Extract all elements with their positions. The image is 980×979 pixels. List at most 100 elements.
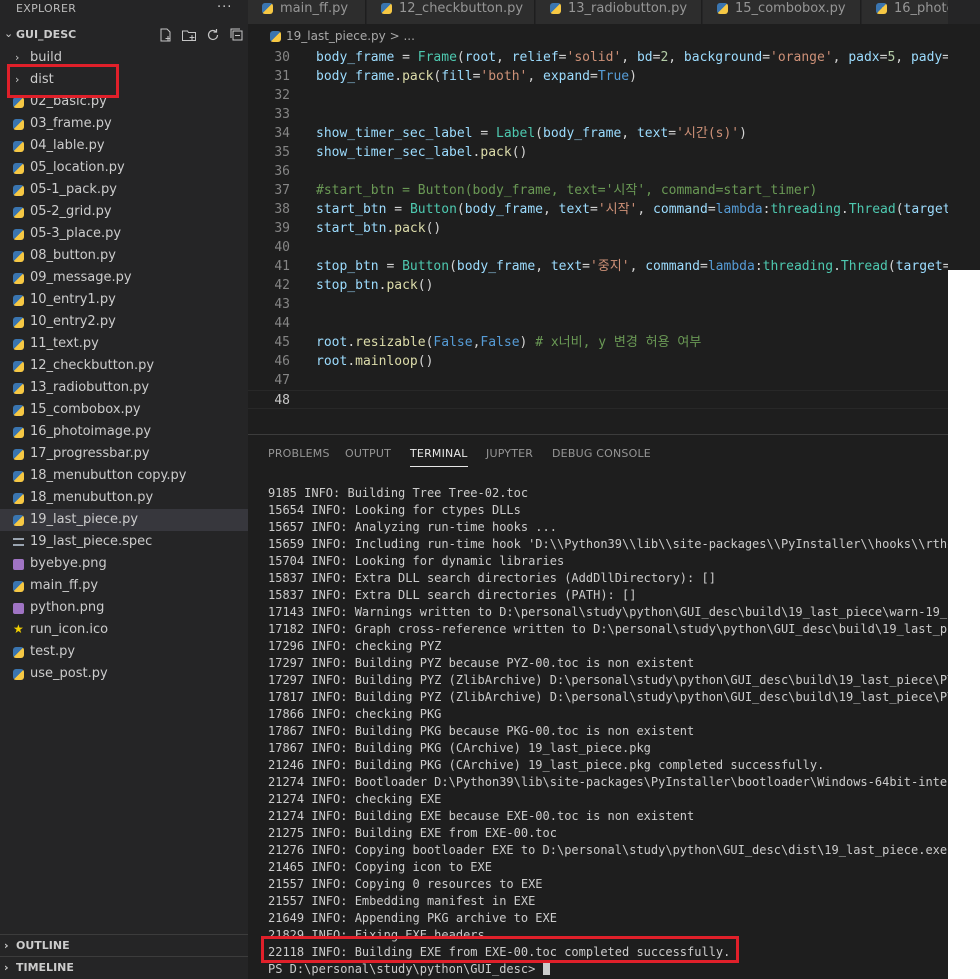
code-text: show_timer_sec_label.pack() <box>316 145 528 160</box>
editor-right-edge <box>948 0 980 270</box>
tree-file[interactable]: 18_menubutton copy.py <box>0 465 248 487</box>
tree-file[interactable]: 19_last_piece.py <box>0 509 248 531</box>
tree-file[interactable]: 17_progressbar.py <box>0 443 248 465</box>
tree-item-label: 03_frame.py <box>30 116 112 131</box>
tree-file[interactable]: 09_message.py <box>0 267 248 289</box>
terminal-line: 15659 INFO: Including run-time hook 'D:\… <box>268 537 948 551</box>
tree-file[interactable]: use_post.py <box>0 663 248 685</box>
tree-file[interactable]: python.png <box>0 597 248 619</box>
tree-file[interactable]: main_ff.py <box>0 575 248 597</box>
explorer-title: EXPLORER <box>16 2 77 15</box>
code-line: 36 <box>248 162 948 181</box>
tree-file[interactable]: 05-3_place.py <box>0 223 248 245</box>
python-file-icon <box>13 427 24 438</box>
panel-tab[interactable]: PROBLEMS <box>268 447 330 461</box>
tree-item-label: 17_progressbar.py <box>30 446 150 461</box>
terminal-line: 21465 INFO: Copying icon to EXE <box>268 860 492 874</box>
tree-file[interactable]: 15_combobox.py <box>0 399 248 421</box>
editor-tab[interactable]: 13_radiobutton.py <box>536 0 702 24</box>
tree-item-label: 05-2_grid.py <box>30 204 112 219</box>
tree-item-label: 13_radiobutton.py <box>30 380 150 395</box>
tree-file[interactable]: 12_checkbutton.py <box>0 355 248 377</box>
folder-header[interactable]: ⌄ GUI_DESC <box>0 24 248 46</box>
star-icon: ★ <box>13 622 24 636</box>
python-file-icon <box>13 229 24 240</box>
editor-tab[interactable]: 12_checkbutton.py <box>367 0 535 24</box>
terminal-line: 21274 INFO: Bootloader D:\Python39\lib\s… <box>268 775 948 789</box>
code-text: stop_btn = Button(body_frame, text='중지',… <box>316 259 948 274</box>
collapse-all-icon[interactable] <box>227 27 247 45</box>
tree-file[interactable]: 16_photoimage.py <box>0 421 248 443</box>
tree-item-label: byebye.png <box>30 556 107 571</box>
panel-tab[interactable]: DEBUG CONSOLE <box>552 447 651 461</box>
tree-file[interactable]: 08_button.py <box>0 245 248 267</box>
spec-file-icon <box>13 538 24 546</box>
tree-item-label: test.py <box>30 644 76 659</box>
tree-file[interactable]: 05-1_pack.py <box>0 179 248 201</box>
code-line: 38 start_btn = Button(body_frame, text='시… <box>248 200 948 219</box>
terminal-line: 17297 INFO: Building PYZ because PYZ-00.… <box>268 656 695 670</box>
tree-item-label: 05_location.py <box>30 160 125 175</box>
code-editor[interactable]: 30 body_frame = Frame(root, relief='solid… <box>248 48 948 434</box>
tree-item-label: 05-3_place.py <box>30 226 122 241</box>
code-line: 35 show_timer_sec_label.pack() <box>248 143 948 162</box>
refresh-icon[interactable] <box>203 27 223 45</box>
panel-tab[interactable]: OUTPUT <box>345 447 391 461</box>
editor-tab[interactable]: 15_combobox.py <box>703 0 861 24</box>
code-line: 32 <box>248 86 948 105</box>
panel-tab[interactable]: JUPYTER <box>486 447 533 461</box>
new-folder-icon[interactable] <box>179 27 199 45</box>
panel-tab[interactable]: TERMINAL <box>410 447 468 467</box>
line-number: 48 <box>274 393 290 408</box>
tab-label: 15_combobox.py <box>735 1 846 16</box>
code-line: 37 #start_btn = Button(body_frame, text='… <box>248 181 948 200</box>
tree-file[interactable]: test.py <box>0 641 248 663</box>
code-line: 31 body_frame.pack(fill='both', expand=Tr… <box>248 67 948 86</box>
more-actions-icon[interactable]: ··· <box>217 0 232 16</box>
tree-item-label: 09_message.py <box>30 270 132 285</box>
tree-file[interactable]: 13_radiobutton.py <box>0 377 248 399</box>
panel-tabs: PROBLEMS OUTPUT TERMINAL JUPYTER DEBUG CONSO… <box>248 435 948 471</box>
tree-file[interactable]: 19_last_piece.spec <box>0 531 248 553</box>
tree-file[interactable]: 05-2_grid.py <box>0 201 248 223</box>
terminal-prompt[interactable]: PS D:\personal\study\python\GUI_desc> <box>268 961 948 978</box>
tree-file[interactable]: 10_entry1.py <box>0 289 248 311</box>
outline-section[interactable]: › OUTLINE <box>0 934 248 956</box>
tree-item-label: 19_last_piece.spec <box>30 534 153 549</box>
tree-item-label: use_post.py <box>30 666 108 681</box>
terminal-line: 17296 INFO: checking PYZ <box>268 639 442 653</box>
editor-tab[interactable]: 16_photo <box>862 0 948 24</box>
breadcrumb[interactable]: 19_last_piece.py > ... <box>248 24 948 48</box>
tree-file[interactable]: ★ run_icon.ico <box>0 619 248 641</box>
terminal-line: 21274 INFO: Building EXE because EXE-00.… <box>268 809 695 823</box>
code-line: 44 <box>248 314 948 333</box>
line-number: 33 <box>274 107 290 122</box>
code-line: 34 show_timer_sec_label = Label(body_fram… <box>248 124 948 143</box>
tree-item-label: python.png <box>30 600 105 615</box>
prompt-text: PS D:\personal\study\python\GUI_desc> <box>268 962 543 976</box>
python-file-icon <box>13 273 24 284</box>
terminal-cursor <box>542 962 550 975</box>
tree-item-label: 11_text.py <box>30 336 99 351</box>
tab-label: main_ff.py <box>280 1 349 16</box>
editor-tab[interactable]: main_ff.py <box>248 0 366 24</box>
timeline-section[interactable]: › TIMELINE <box>0 956 248 978</box>
code-text: #start_btn = Button(body_frame, text='시작… <box>316 183 818 198</box>
tree-file[interactable]: byebye.png <box>0 553 248 575</box>
tree-file[interactable]: 18_menubutton.py <box>0 487 248 509</box>
new-file-icon[interactable] <box>155 27 175 45</box>
tree-file[interactable]: 03_frame.py <box>0 113 248 135</box>
line-number: 31 <box>274 69 290 84</box>
terminal-output[interactable]: 9185 INFO: Building Tree Tree-02.toc 1565… <box>268 485 948 978</box>
python-file-icon <box>876 3 887 14</box>
tree-file[interactable]: 05_location.py <box>0 157 248 179</box>
tree-file[interactable]: 11_text.py <box>0 333 248 355</box>
tree-item-label: 10_entry1.py <box>30 292 116 307</box>
tab-label: 13_radiobutton.py <box>568 1 688 16</box>
tree-item-label: 04_lable.py <box>30 138 105 153</box>
code-text: start_btn.pack() <box>316 221 442 236</box>
python-file-icon <box>13 647 24 658</box>
tree-file[interactable]: 04_lable.py <box>0 135 248 157</box>
terminal-line: 17866 INFO: checking PKG <box>268 707 442 721</box>
tree-file[interactable]: 10_entry2.py <box>0 311 248 333</box>
